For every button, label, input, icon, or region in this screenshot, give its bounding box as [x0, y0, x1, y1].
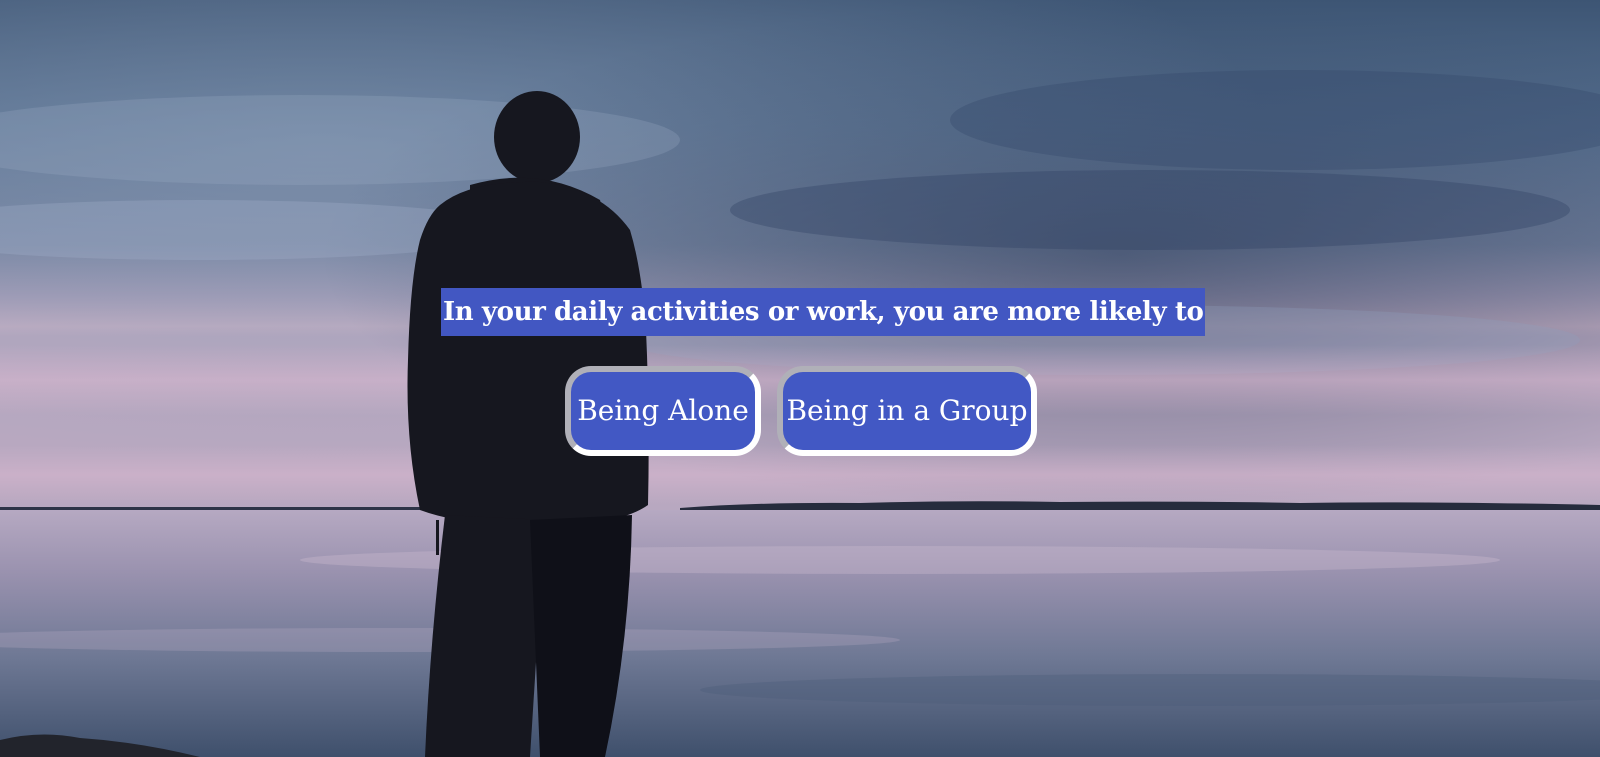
being-alone-button[interactable]: Being Alone	[565, 366, 761, 456]
being-in-a-group-button[interactable]: Being in a Group	[777, 366, 1037, 456]
answer-choices: Being Alone Being in a Group	[0, 366, 1600, 458]
question-heading: In your daily activities or work, you ar…	[441, 288, 1206, 336]
